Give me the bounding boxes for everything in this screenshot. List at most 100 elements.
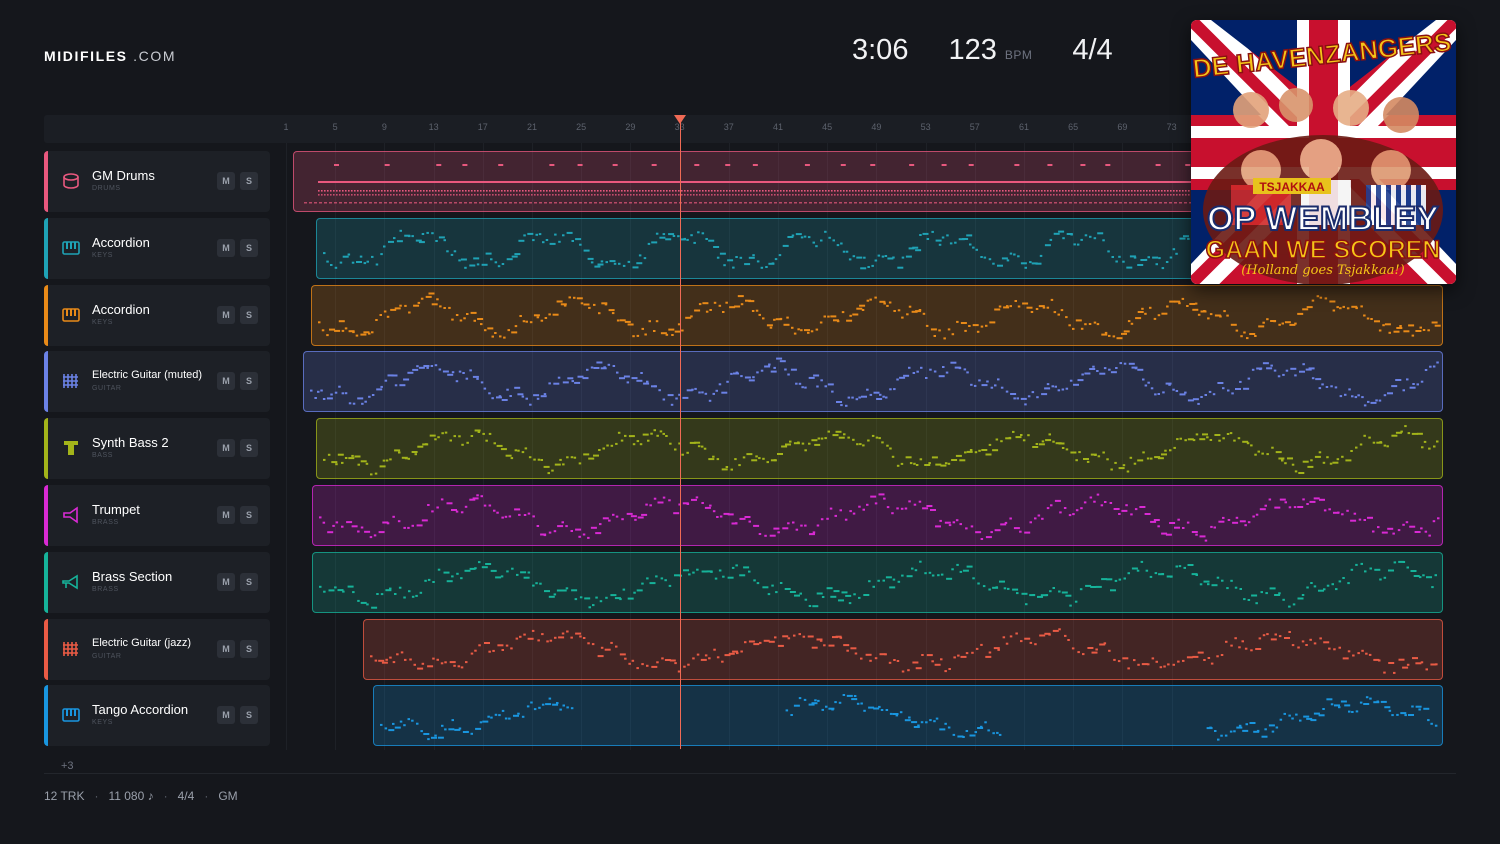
ruler-tick: 61 [1018,122,1030,132]
ruler-tick: 37 [723,122,734,132]
ruler-tick: 69 [1117,122,1128,132]
mute-button[interactable]: M [217,572,235,591]
solo-button[interactable]: S [240,439,258,458]
midi-region[interactable] [311,551,1443,613]
cover-subtitle: GAAN WE SCOREN [1206,236,1441,264]
track-category: BRASS [92,519,119,526]
track-color-stripe [44,685,48,747]
track-name: GM Drums [92,168,155,183]
mute-button[interactable]: M [217,639,235,658]
track-header[interactable]: Brass Section BRASS M S [44,551,270,613]
track-color-stripe [44,217,48,279]
region-notes [370,627,1439,674]
ruler-tick: 9 [381,122,387,132]
mute-button[interactable]: M [217,372,235,391]
track-name: Synth Bass 2 [92,435,169,451]
solo-button[interactable]: S [240,372,258,391]
track-name: Accordion [92,234,150,250]
keyboard-icon [61,705,81,725]
footer-divider [44,773,1456,774]
mute-button[interactable]: M [217,238,235,257]
track-category: BRASS [92,585,119,593]
track-color-stripe [44,551,48,613]
mute-button[interactable]: M [217,305,235,324]
tempo-display: 123 BPM [948,34,1032,67]
track-name: Electric Guitar (jazz) [92,636,192,649]
more-tracks-indicator[interactable]: +3 [61,760,74,772]
track-category: KEYS [92,318,114,326]
cover-tagline: (Holland goes Tsjakkaa!) [1241,263,1405,278]
track-color-stripe [44,284,48,346]
ruler-tick: 29 [625,122,636,132]
track-name: Trumpet [92,502,140,517]
solo-button[interactable]: S [240,305,258,324]
trumpet-icon [61,505,81,525]
keyboard-icon [61,238,81,258]
ruler-tick: 25 [576,122,587,132]
region-notes [318,560,1437,609]
track-header[interactable]: Synth Bass 2 BASS M S [44,418,270,480]
solo-button[interactable]: S [240,639,258,658]
region-notes [322,425,1439,476]
footer-summary: 12 TRK · 11 080 ♪ · 4/4 · GM [44,789,238,803]
ruler-tick: 49 [871,122,882,132]
keyboard-icon [61,305,81,325]
track-name: Accordion [92,301,150,317]
solo-button[interactable]: S [240,572,258,591]
guitar-icon [61,371,81,391]
midi-region[interactable] [303,351,1443,413]
midi-region[interactable] [310,284,1443,346]
region-notes [380,694,1438,741]
track-name: Brass Section [92,568,173,584]
track-name: Electric Guitar (muted) [92,369,203,382]
mute-button[interactable]: M [217,439,235,458]
album-cover-art: DE HAVENZANGERS TSJAKKAA OP WEMBLEY GAAN… [1191,20,1456,284]
track-header[interactable]: Trumpet BRASS M S [44,485,270,546]
midi-region[interactable] [373,685,1443,747]
solo-button[interactable]: S [240,172,258,190]
midi-region[interactable] [311,485,1443,546]
track-color-stripe [44,418,48,480]
cover-badge: TSJAKKAA [1259,180,1325,194]
midi-region[interactable] [363,618,1443,680]
ruler-tick: 41 [772,122,784,132]
solo-button[interactable]: S [240,706,258,725]
track-color-stripe [44,618,48,680]
cover-title: OP WEMBLEY [1207,200,1439,238]
midi-region[interactable] [315,418,1443,480]
grid-line [286,143,287,750]
track-count: 12 TRK [44,789,85,803]
region-notes [318,493,1440,542]
ruler-tick: 53 [920,122,931,132]
track-category: KEYS [92,719,114,727]
ruler-tick: 17 [477,122,488,132]
ruler-tick: 21 [526,122,538,132]
track-header[interactable]: Accordion KEYS M S [44,217,270,279]
track-header[interactable]: Electric Guitar (muted) GUITAR M S [44,351,270,413]
track-header[interactable]: GM Drums DRUMS M S [44,151,270,212]
track-category: DRUMS [92,185,121,192]
song-duration: 3:06 [852,34,909,66]
track-header[interactable]: Accordion KEYS M S [44,284,270,346]
ruler-tick: 13 [428,122,439,132]
region-notes [310,357,1440,408]
track-category: GUITAR [92,652,122,660]
mute-button[interactable]: M [217,172,235,190]
brand-name: MIDIFILES [44,48,128,64]
track-header[interactable]: Tango Accordion KEYS M S [44,685,270,747]
playhead-line[interactable] [679,122,681,749]
mute-button[interactable]: M [217,506,235,524]
note-count: 11 080 ♪ [108,789,154,803]
transport-stats: 3:06 123 BPM 4/4 [852,34,1113,67]
track-color-stripe [44,485,48,546]
tempo-unit: BPM [1004,48,1033,62]
solo-button[interactable]: S [240,506,258,524]
midi-standard: GM [218,789,238,803]
mute-button[interactable]: M [217,706,235,725]
track-header[interactable]: Electric Guitar (jazz) GUITAR M S [44,618,270,680]
brand-logo: MIDIFILES .COM [44,48,176,64]
ruler-tick: 57 [969,122,980,132]
brass-icon [61,572,81,592]
bass-icon [61,438,81,458]
solo-button[interactable]: S [240,238,258,257]
